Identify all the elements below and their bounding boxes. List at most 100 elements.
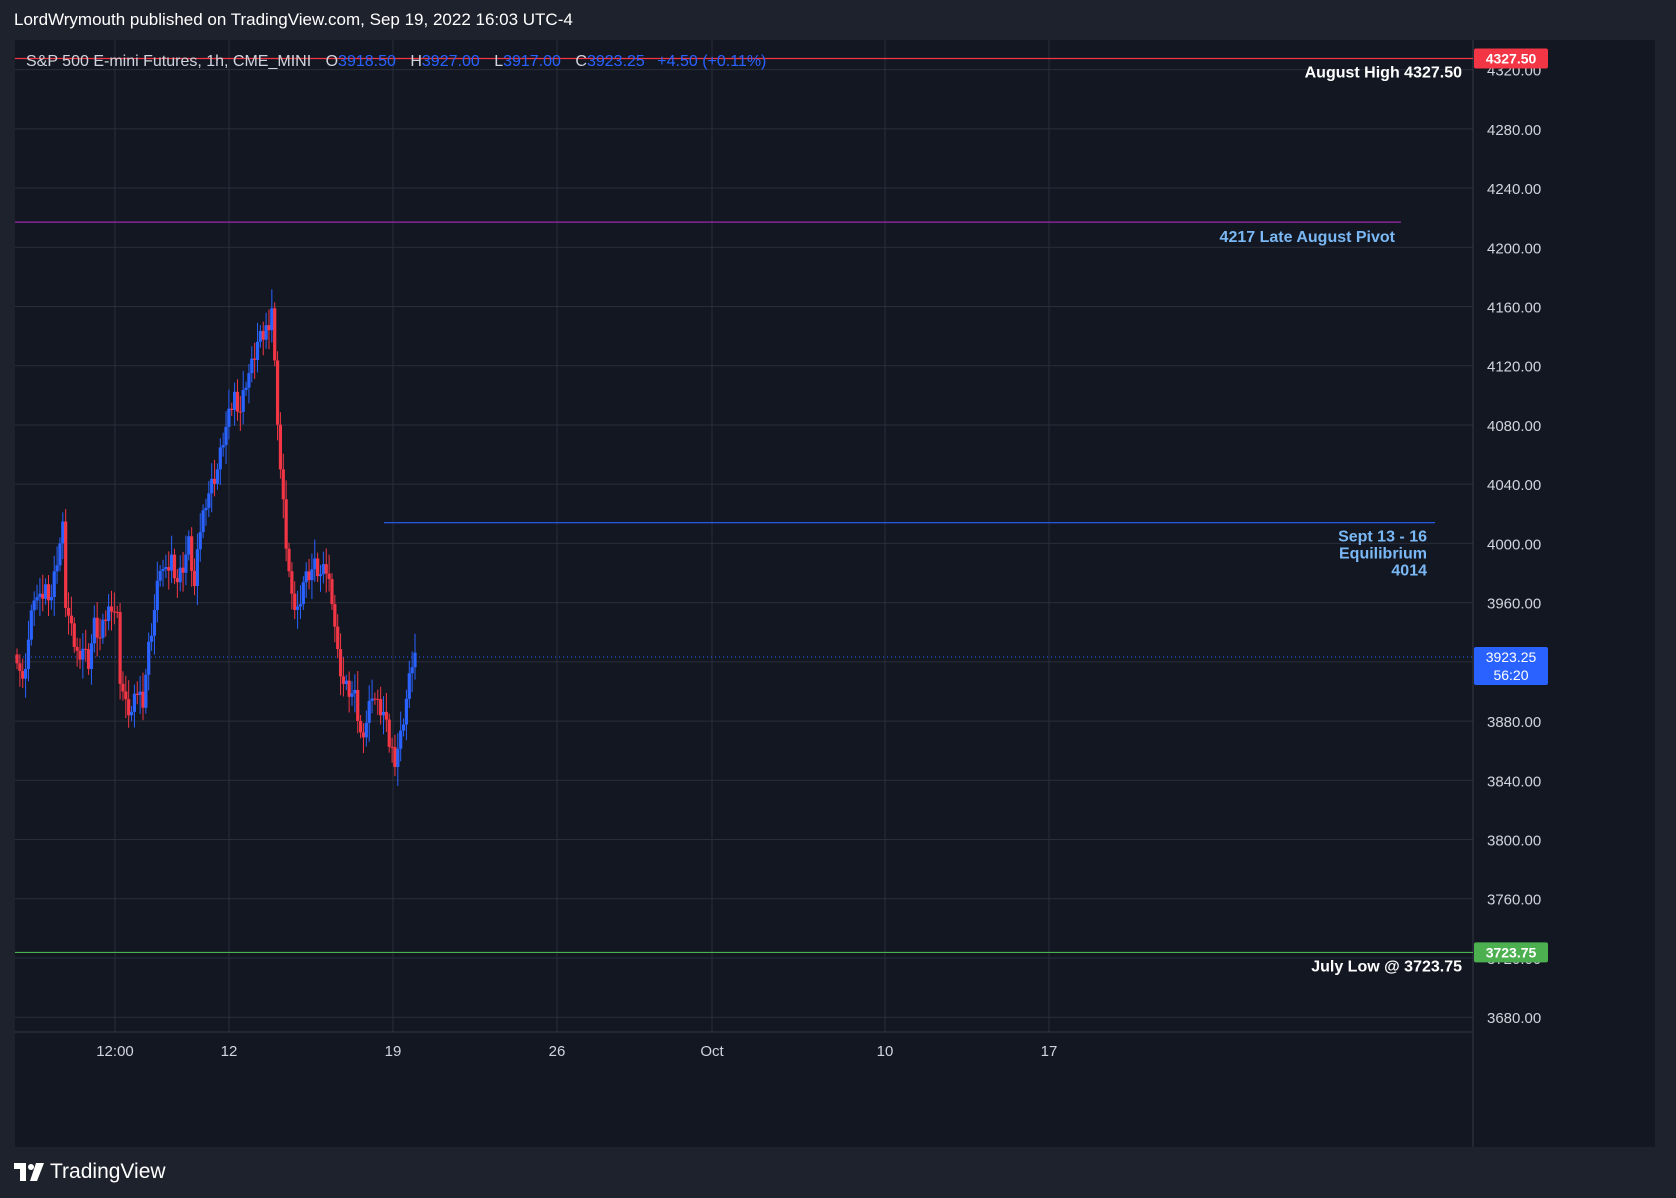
candle-body: [407, 673, 411, 699]
candle-body: [190, 536, 194, 571]
august-high-badge: 4327.50: [1486, 51, 1537, 67]
y-tick-label: 4080.00: [1487, 418, 1541, 435]
candle-body: [170, 554, 174, 571]
candle-body: [107, 606, 111, 621]
candle-body: [104, 619, 108, 621]
candle-body: [212, 478, 217, 484]
candle-body: [72, 623, 76, 647]
candle-body: [38, 593, 42, 598]
high-value: 3927.00: [421, 53, 480, 70]
candle-body: [384, 711, 388, 720]
low-key: L: [494, 53, 504, 70]
candle-body: [284, 499, 288, 549]
candle-body: [195, 549, 199, 587]
y-tick-label: 4240.00: [1487, 181, 1541, 198]
candle-body: [255, 341, 260, 360]
candle-body: [23, 668, 28, 679]
candle-body: [78, 650, 82, 660]
august-high-label: August High 4327.50: [1305, 65, 1462, 82]
candle-body: [132, 693, 136, 712]
open-value: 3918.50: [338, 53, 396, 70]
tradingview-logo[interactable]: TradingView: [14, 1160, 166, 1184]
candle-body: [281, 469, 285, 500]
symbol-legend: S&P 500 E-mini Futures, 1h, CME_MINI O39…: [26, 53, 766, 71]
candle-body: [69, 615, 74, 624]
x-tick-label: 17: [1041, 1043, 1058, 1060]
candle-body: [184, 554, 188, 573]
candle-body: [224, 426, 228, 446]
candle-body: [109, 606, 114, 612]
change-value: +4.50 (+0.11%): [657, 53, 767, 70]
candle-body: [318, 574, 323, 577]
candle-body: [238, 411, 242, 413]
candle-body: [58, 543, 62, 566]
candle-body: [118, 612, 122, 684]
candle-body: [341, 676, 346, 685]
candle-body: [321, 564, 325, 575]
candle-body: [135, 693, 139, 696]
candle-body: [376, 698, 380, 700]
candle-body: [64, 521, 68, 608]
candle-body: [32, 600, 36, 611]
candle-body: [52, 571, 56, 598]
candle-body: [75, 646, 79, 651]
candle-body: [127, 699, 131, 716]
candle-body: [149, 635, 154, 642]
candle-body: [296, 606, 300, 610]
candle-body: [270, 308, 274, 331]
candle-body: [379, 699, 383, 716]
chart-frame[interactable]: 3680.003720.003760.003800.003840.003880.…: [15, 40, 1655, 1147]
candle-body: [230, 408, 234, 411]
y-tick-label: 3840.00: [1487, 773, 1541, 790]
candle-body: [44, 584, 48, 599]
candle-body: [313, 558, 317, 570]
candle-body: [141, 691, 145, 708]
candle-body: [381, 711, 386, 716]
candle-body: [253, 358, 257, 360]
candle-body: [401, 724, 406, 731]
candle-body: [49, 597, 53, 601]
price-chart[interactable]: 3680.003720.003760.003800.003840.003880.…: [15, 40, 1655, 1147]
x-tick-label: 12:00: [96, 1043, 134, 1060]
last-price-value: 3923.25: [1486, 649, 1537, 665]
y-tick-label: 3880.00: [1487, 714, 1541, 731]
candle-body: [61, 521, 65, 544]
candle-body: [101, 619, 105, 638]
candle-body: [26, 639, 31, 669]
candle-body: [144, 674, 148, 708]
candle-body: [46, 584, 51, 601]
candle-body: [373, 698, 377, 700]
candle-body: [327, 573, 331, 580]
candle-body: [192, 570, 197, 587]
candle-body: [86, 649, 91, 669]
candle-body: [164, 567, 168, 570]
candle-body: [158, 570, 162, 581]
candle-body: [404, 698, 409, 725]
candle-body: [358, 720, 363, 733]
candle-body: [161, 569, 165, 571]
y-tick-label: 4160.00: [1487, 300, 1541, 317]
low-value: 3917.00: [503, 53, 561, 70]
candle-body: [247, 373, 251, 388]
candle-body: [393, 747, 397, 767]
x-tick-label: 10: [877, 1043, 894, 1060]
candle-body: [390, 746, 394, 748]
candle-body: [115, 611, 119, 613]
pivot-label: 4217 Late August Pivot: [1220, 229, 1396, 246]
candle-body: [215, 469, 220, 484]
candle-body: [124, 691, 128, 700]
publish-header: LordWrymouth published on TradingView.co…: [14, 10, 573, 29]
candle-body: [387, 719, 391, 747]
candle-body: [396, 748, 400, 767]
candle-body: [129, 711, 134, 716]
candle-body: [207, 493, 211, 508]
y-tick-label: 3680.00: [1487, 1010, 1541, 1027]
candle-body: [267, 325, 271, 331]
candle-body: [155, 580, 159, 611]
candle-body: [350, 693, 354, 697]
candle-body: [361, 732, 366, 738]
candle-body: [353, 689, 357, 694]
candle-body: [89, 643, 94, 669]
candle-body: [338, 649, 343, 677]
candle-body: [98, 637, 102, 639]
